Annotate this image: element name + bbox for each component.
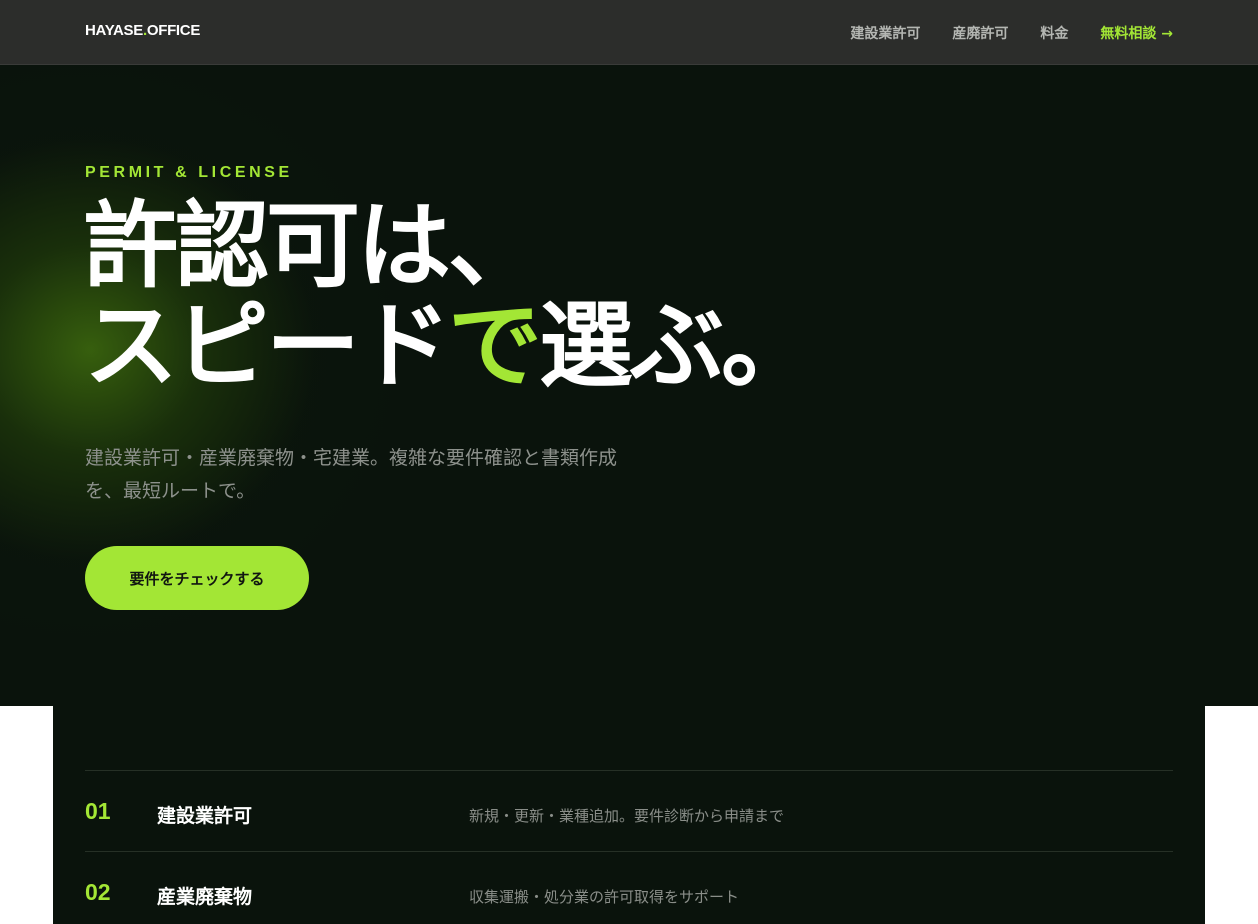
main-nav: 建設業許可 産廃許可 料金 無料相談 →: [850, 23, 1173, 43]
headline-line-2-post: 選ぶ。: [539, 292, 815, 401]
logo-prefix: HAYASE: [85, 22, 143, 39]
service-item-industrial-waste[interactable]: 02 産業廃棄物 収集運搬・処分業の許可取得をサポート: [85, 851, 1173, 924]
check-requirements-button[interactable]: 要件をチェックする: [85, 546, 309, 610]
hero-lead: 建設業許可・産業廃棄物・宅建業。複雑な要件確認と書類作成 を、最短ルートで。: [85, 442, 665, 508]
lead-line-1: 建設業許可・産業廃棄物・宅建業。複雑な要件確認と書類作成: [85, 447, 618, 469]
hero-eyebrow: PERMIT & LICENSE: [85, 164, 293, 181]
services-list: 01 建設業許可 新規・更新・業種追加。要件診断から申請まで 02 産業廃棄物 …: [53, 706, 1205, 924]
service-name: 建設業許可: [157, 805, 253, 827]
nav-link-free-consultation[interactable]: 無料相談 →: [1100, 23, 1173, 43]
nav-link-pricing[interactable]: 料金: [1040, 23, 1068, 43]
headline-line-2-pre: スピード: [84, 292, 451, 401]
logo-suffix: OFFICE: [146, 22, 201, 39]
nav-link-construction-permit[interactable]: 建設業許可: [850, 23, 920, 43]
headline-accent: で: [448, 292, 542, 401]
service-item-construction[interactable]: 01 建設業許可 新規・更新・業種追加。要件診断から申請まで: [85, 770, 1173, 851]
hero-section: PERMIT & LICENSE 許認可は、 スピードで選ぶ。 建設業許可・産業…: [0, 65, 1258, 706]
hero-headline: 許認可は、 スピードで選ぶ。: [84, 197, 984, 397]
nav-link-waste-permit[interactable]: 産廃許可: [952, 23, 1008, 43]
service-name: 産業廃棄物: [157, 886, 253, 908]
site-header: HAYASE.OFFICE 建設業許可 産廃許可 料金 無料相談 →: [0, 0, 1258, 65]
service-description: 新規・更新・業種追加。要件診断から申請まで: [469, 807, 785, 825]
logo[interactable]: HAYASE.OFFICE: [85, 22, 200, 39]
service-number: 02: [85, 879, 111, 905]
page: HAYASE.OFFICE 建設業許可 産廃許可 料金 無料相談 → PERMI…: [0, 0, 1258, 924]
lead-line-2: を、最短ルートで。: [85, 480, 256, 502]
headline-line-1: 許認可は、: [84, 192, 542, 301]
service-number: 01: [85, 798, 111, 824]
service-description: 収集運搬・処分業の許可取得をサポート: [469, 888, 740, 906]
